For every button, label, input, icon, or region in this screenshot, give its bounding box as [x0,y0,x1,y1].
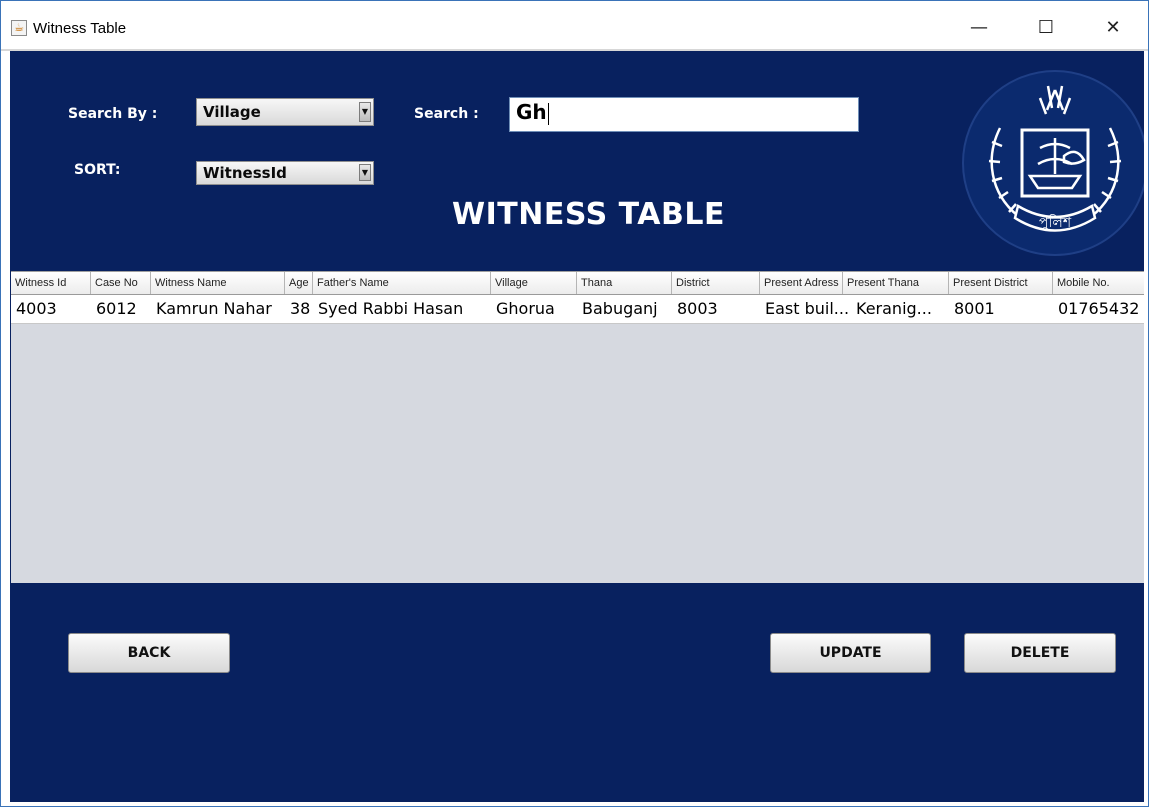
column-header[interactable]: Case No [91,272,151,294]
table-header: Witness Id Case No Witness Name Age Fath… [11,272,1144,295]
column-header[interactable]: Present Thana [843,272,949,294]
minimize-button[interactable]: — [956,11,1002,45]
table-cell[interactable]: Kamrun Nahar [151,295,285,323]
table-cell[interactable]: Syed Rabbi Hasan [313,295,491,323]
search-input-value: Gh [516,100,547,124]
search-by-dropdown[interactable]: Village ▼ [196,98,374,126]
table-cell[interactable]: East buil... [760,295,855,323]
search-by-selected: Village [203,103,261,121]
page-title: WITNESS TABLE [452,197,725,232]
title-bar[interactable]: ☕ Witness Table — ☐ ✕ [1,1,1148,49]
table-cell[interactable]: Babuganj [577,295,672,323]
text-caret [547,102,549,125]
table-cell[interactable]: Keranig... [851,295,949,323]
table-row[interactable]: 4003 6012 Kamrun Nahar 38 Syed Rabbi Has… [11,295,1144,324]
sort-selected: WitnessId [203,164,287,182]
column-header[interactable]: Thana [577,272,672,294]
column-header[interactable]: District [672,272,760,294]
table-cell[interactable]: 4003 [11,295,91,323]
maximize-button[interactable]: ☐ [1023,11,1069,45]
sort-label: SORT: [74,162,121,178]
dropdown-arrow-icon[interactable]: ▼ [359,164,371,181]
close-button[interactable]: ✕ [1090,11,1136,45]
column-header[interactable]: Mobile No. [1053,272,1144,294]
column-header[interactable]: Village [491,272,577,294]
table-cell[interactable]: 01765432 [1053,295,1144,323]
java-cup-icon: ☕ [11,20,27,36]
dropdown-arrow-icon[interactable]: ▼ [359,102,371,122]
table-cell[interactable]: 6012 [91,295,151,323]
police-emblem-icon: পুলিশ [962,70,1144,256]
column-header[interactable]: Father's Name [313,272,491,294]
column-header[interactable]: Witness Name [151,272,285,294]
content-panel: Search By : Village ▼ SORT: WitnessId ▼ … [10,51,1144,802]
table-cell[interactable]: 8003 [672,295,760,323]
delete-button[interactable]: DELETE [964,633,1116,673]
update-button[interactable]: UPDATE [770,633,931,673]
sort-dropdown[interactable]: WitnessId ▼ [196,161,374,185]
column-header[interactable]: Age [285,272,313,294]
column-header[interactable]: Present Adress [760,272,843,294]
window-title: Witness Table [33,20,127,37]
column-header[interactable]: Present District [949,272,1053,294]
search-input[interactable]: Gh [509,97,859,132]
table-cell[interactable]: 38 [285,295,313,323]
search-by-label: Search By : [68,106,158,122]
table-cell[interactable]: 8001 [949,295,1053,323]
witness-table[interactable]: Witness Id Case No Witness Name Age Fath… [11,271,1144,583]
logo-text: পুলিশ [1039,214,1072,231]
search-label: Search : [414,106,479,122]
back-button[interactable]: BACK [68,633,230,673]
column-header[interactable]: Witness Id [11,272,91,294]
app-window: ☕ Witness Table — ☐ ✕ Search By : Villag… [0,0,1149,807]
table-cell[interactable]: Ghorua [491,295,577,323]
